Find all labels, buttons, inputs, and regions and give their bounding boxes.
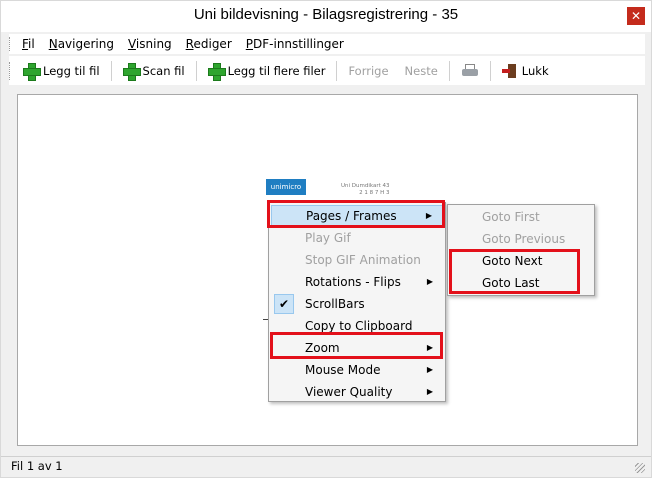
menu-navigering[interactable]: Navigering [42, 37, 121, 51]
previous-label: Forrige [348, 63, 389, 78]
toolbar-separator [489, 60, 491, 81]
menu-item-play-gif[interactable]: Play Gif [271, 227, 443, 249]
chevron-right-icon: ▶ [426, 387, 433, 396]
menu-item-stop-gif-animation[interactable]: Stop GIF Animation [271, 249, 443, 271]
menu-navigering-label: avigering [57, 37, 114, 51]
add-file-label: Legg til fil [43, 63, 100, 78]
exit-door-icon [501, 63, 518, 79]
close-label: Lukk [521, 63, 549, 78]
toolbar-separator [195, 60, 197, 81]
menu-item-label: Stop GIF Animation [305, 253, 421, 267]
menu-rediger[interactable]: Rediger [179, 37, 239, 51]
document-header-line2: 2 1 8 7 H 3 [359, 190, 390, 196]
menu-visning[interactable]: Visning [121, 37, 179, 51]
toolbar-separator [336, 60, 338, 81]
close-icon: ✕ [630, 9, 642, 23]
toolbar-grip [9, 61, 13, 80]
close-window-button[interactable]: ✕ [627, 7, 645, 25]
submenu-item-goto-first[interactable]: Goto First [450, 206, 592, 228]
menu-item-rotations-flips[interactable]: Rotations - Flips ▶ [271, 271, 443, 293]
document-header-line1: Uni Dumdikart 43 [341, 183, 390, 189]
submenu-item-label: Goto Previous [482, 232, 566, 246]
menu-item-scrollbars[interactable]: ✔ ScrollBars [271, 293, 443, 315]
scan-file-button[interactable]: Scan fil [115, 59, 193, 83]
status-bar: Fil 1 av 1 [1, 456, 651, 477]
menubar-grip [9, 37, 13, 51]
resize-grip-icon[interactable] [635, 463, 645, 473]
toolbar-separator [110, 60, 112, 81]
menu-item-viewer-quality[interactable]: Viewer Quality ▶ [271, 381, 443, 403]
menu-item-label: Copy to Clipboard [305, 319, 413, 333]
document-logo: unimicro [266, 179, 306, 195]
context-menu: Pages / Frames ▶ Play Gif Stop GIF Anima… [268, 202, 446, 402]
checkmark-icon: ✔ [274, 294, 294, 314]
menu-item-mouse-mode[interactable]: Mouse Mode ▶ [271, 359, 443, 381]
print-button[interactable] [453, 59, 487, 83]
chevron-right-icon: ▶ [426, 277, 433, 286]
next-label: Neste [404, 63, 438, 78]
toolbar: Legg til fil Scan fil Legg til flere fil… [9, 56, 645, 85]
menu-bar: Fil Navigering Visning Rediger PDF-innst… [9, 34, 645, 54]
submenu-item-goto-previous[interactable]: Goto Previous [450, 228, 592, 250]
plus-icon [207, 62, 226, 81]
menu-item-label: Mouse Mode [305, 363, 381, 377]
close-button[interactable]: Lukk [494, 59, 557, 83]
menu-fil[interactable]: Fil [15, 37, 42, 51]
menu-item-label: Rotations - Flips [305, 275, 401, 289]
status-text: Fil 1 av 1 [11, 459, 63, 473]
menu-pdf-mnemonic: P [245, 37, 254, 51]
menu-navigering-mnemonic: N [48, 37, 58, 51]
plus-icon [122, 62, 141, 81]
previous-button[interactable]: Forrige [340, 59, 396, 83]
chevron-right-icon: ▶ [426, 365, 433, 374]
menu-item-label: Play Gif [305, 231, 351, 245]
menu-item-label: Viewer Quality [305, 385, 393, 399]
menu-pdf-innstillinger[interactable]: PDF-innstillinger [239, 37, 351, 51]
toolbar-separator [448, 60, 450, 81]
menu-item-label: ScrollBars [305, 297, 365, 311]
add-multiple-files-label: Legg til flere filer [227, 63, 326, 78]
add-multiple-files-button[interactable]: Legg til flere filer [200, 59, 334, 83]
window-title: Uni bildevisning - Bilagsregistrering - … [193, 6, 459, 23]
menu-visning-label: isning [135, 37, 172, 51]
document-header-text: Uni Dumdikart 43 2 1 8 7 H 3 [341, 183, 390, 197]
title-bar: Uni bildevisning - Bilagsregistrering - … [1, 1, 651, 32]
menu-visning-mnemonic: V [127, 37, 136, 51]
highlight-box-pages-frames [267, 200, 445, 228]
add-file-button[interactable]: Legg til fil [15, 59, 108, 83]
menu-fil-label: il [28, 37, 35, 51]
highlight-box-zoom [270, 332, 443, 359]
plus-icon [23, 62, 41, 81]
highlight-box-goto-next-last [449, 249, 580, 294]
printer-icon [461, 63, 479, 79]
submenu-item-label: Goto First [482, 210, 540, 224]
menu-pdf-label: DF-innstillinger [253, 37, 344, 51]
scan-file-label: Scan fil [142, 63, 185, 78]
next-button[interactable]: Neste [397, 59, 446, 83]
menu-rediger-label: ediger [193, 37, 232, 51]
